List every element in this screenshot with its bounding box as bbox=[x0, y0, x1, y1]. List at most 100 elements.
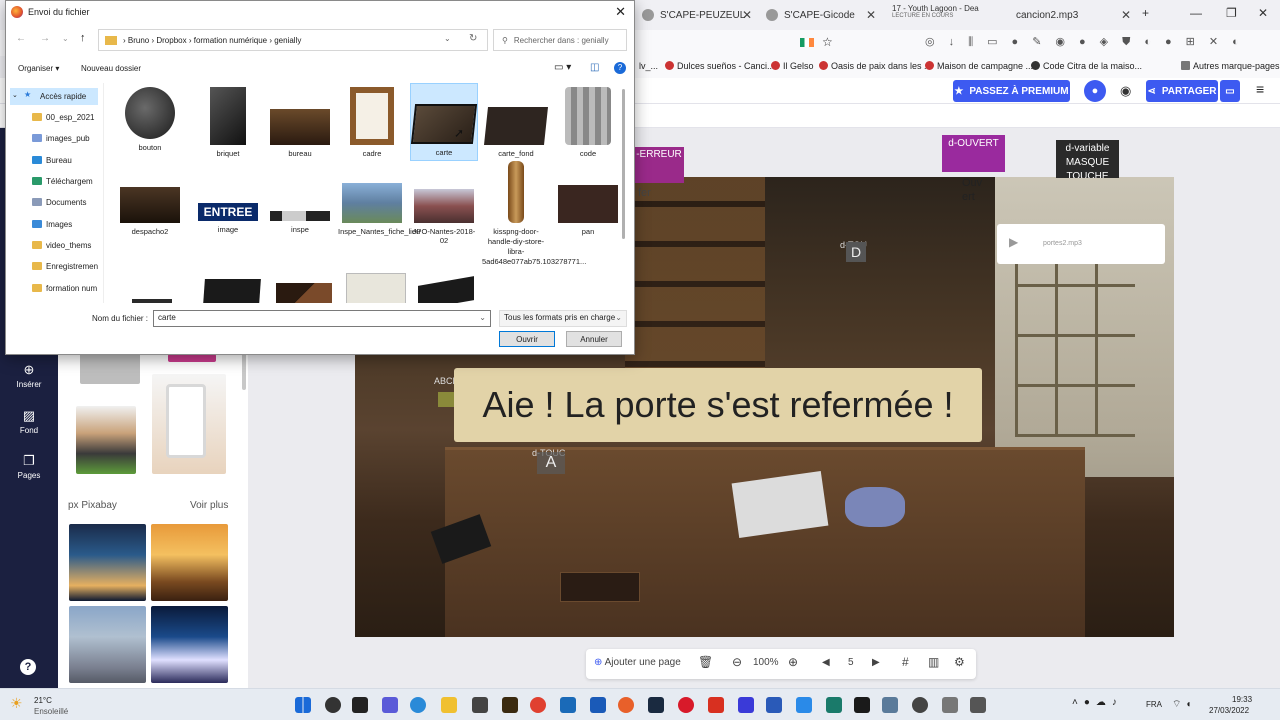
settings-icon[interactable] bbox=[912, 697, 928, 713]
start-icon[interactable] bbox=[295, 697, 311, 713]
sidebar-item-quick-access[interactable]: ⌄ ★ Accès rapide bbox=[10, 88, 98, 105]
tab-youth-lagoon[interactable]: 17 - Youth Lagoon - Dea LECTURE EN COURS bbox=[886, 4, 1006, 26]
close-icon[interactable]: ✕ bbox=[742, 8, 752, 22]
clock-date[interactable]: 27/03/2022 bbox=[1209, 706, 1249, 715]
grid-icon[interactable]: # bbox=[902, 655, 909, 669]
app-icon[interactable] bbox=[970, 697, 986, 713]
file-item-carte-fond[interactable]: carte_fond bbox=[482, 87, 550, 158]
chevron-down-icon[interactable]: ⌄ bbox=[479, 313, 486, 322]
chevron-down-icon[interactable]: ⌄ bbox=[444, 34, 451, 43]
task-view-icon[interactable] bbox=[352, 697, 368, 713]
tab-cancion2[interactable]: cancion2.mp3 ✕ bbox=[1010, 4, 1135, 26]
file-item-jpo-nantes[interactable]: JPO-Nantes-2018-02 bbox=[410, 165, 478, 245]
outlook-icon[interactable] bbox=[560, 697, 576, 713]
steam-icon[interactable] bbox=[648, 697, 664, 713]
toolbar-extension-icons[interactable]: ◎↓⫼▭●✎◉●◈⛊◐●⊞✕◐ bbox=[925, 35, 1253, 49]
bookmark-item[interactable]: Maison de campagne ... bbox=[925, 61, 1033, 71]
panel-scrollbar[interactable] bbox=[242, 350, 246, 390]
bookmark-item[interactable]: Il Gelso bbox=[771, 61, 814, 71]
sidebar-item[interactable]: Enregistrement bbox=[32, 262, 98, 271]
next-page-icon[interactable]: ▶ bbox=[872, 657, 880, 668]
bookmark-item[interactable]: Oasis de paix dans les ... bbox=[819, 61, 932, 71]
restore-icon[interactable]: ❐ bbox=[1226, 6, 1237, 20]
close-icon[interactable]: ✕ bbox=[866, 8, 876, 22]
chat-icon[interactable] bbox=[382, 697, 398, 713]
app-icon[interactable] bbox=[502, 697, 518, 713]
breadcrumb-item[interactable]: Dropbox bbox=[156, 36, 186, 45]
filename-field[interactable]: carte ⌄ bbox=[153, 310, 491, 327]
cancel-button[interactable]: Annuler bbox=[566, 331, 622, 347]
address-bar[interactable]: › Bruno › Dropbox › formation numérique … bbox=[98, 29, 488, 51]
chevron-down-icon[interactable]: ⌄ bbox=[12, 91, 18, 99]
file-item-pan[interactable]: pan bbox=[554, 165, 622, 236]
file-item-partial[interactable] bbox=[276, 283, 332, 303]
file-item-despacho2[interactable]: despacho2 bbox=[116, 165, 184, 236]
share-button[interactable]: ⋖ PARTAGER bbox=[1146, 80, 1218, 102]
word-icon[interactable] bbox=[766, 697, 782, 713]
app-icon[interactable] bbox=[826, 697, 842, 713]
user-avatar-icon[interactable]: ● bbox=[1084, 80, 1106, 102]
app-icon[interactable] bbox=[738, 697, 754, 713]
file-item-inspe[interactable]: inspe bbox=[266, 165, 334, 234]
tag-ouvert[interactable]: d-OUVERT bbox=[942, 135, 1005, 172]
file-item-bureau[interactable]: bureau bbox=[266, 87, 334, 158]
star-icon[interactable]: ☆ bbox=[822, 35, 833, 49]
other-bookmarks[interactable]: Autres marque-pages bbox=[1181, 61, 1280, 71]
close-icon[interactable]: ✕ bbox=[1121, 8, 1131, 22]
up-icon[interactable]: ↑ bbox=[80, 32, 86, 44]
sidebar-item-documents[interactable]: Documents bbox=[32, 198, 98, 207]
clock-time[interactable]: 19:33 bbox=[1232, 695, 1252, 704]
file-item-partial[interactable] bbox=[203, 279, 261, 303]
layout-icon[interactable]: ▥ bbox=[928, 655, 939, 669]
sidebar-item[interactable]: video_thems bbox=[32, 241, 98, 250]
preview-pane-icon[interactable]: ◫ bbox=[590, 62, 599, 73]
tab-scape-gicode[interactable]: S'CAPE-Gicode ✕ bbox=[760, 4, 880, 26]
chrome-icon[interactable] bbox=[530, 697, 546, 713]
app-icon[interactable] bbox=[942, 697, 958, 713]
file-type-select[interactable]: Tous les formats pris en charge ⌄ bbox=[499, 310, 627, 327]
file-item-briquet[interactable]: briquet bbox=[194, 87, 262, 158]
app-icon[interactable] bbox=[472, 697, 488, 713]
app-icon[interactable] bbox=[590, 697, 606, 713]
breadcrumb-item[interactable]: formation numérique bbox=[194, 36, 267, 45]
opera-icon[interactable] bbox=[678, 697, 694, 713]
pixabay-image[interactable] bbox=[69, 606, 146, 683]
back-icon[interactable]: ← bbox=[16, 33, 26, 44]
search-icon[interactable] bbox=[325, 697, 341, 713]
file-item-bouton[interactable]: bouton bbox=[116, 87, 184, 152]
premium-button[interactable]: ★ PASSEZ À PREMIUM bbox=[953, 80, 1070, 102]
preview-eye-icon[interactable]: ◉ bbox=[1120, 83, 1131, 99]
file-item-cadre[interactable]: cadre bbox=[338, 87, 406, 158]
settings-icon[interactable]: ⚙ bbox=[954, 655, 965, 669]
help-icon[interactable]: ? bbox=[20, 659, 36, 675]
nav-background[interactable]: ▨ Fond bbox=[0, 408, 58, 435]
recent-dropdown-icon[interactable]: ⌄ bbox=[62, 34, 69, 43]
image-thumbnail[interactable] bbox=[168, 354, 216, 362]
card-object[interactable] bbox=[560, 572, 640, 602]
letter-d-button[interactable]: D bbox=[846, 242, 866, 262]
firefox-icon[interactable] bbox=[618, 697, 634, 713]
audio-player[interactable]: ▶ portes2.mp3 bbox=[997, 224, 1165, 264]
breadcrumb-item[interactable]: Bruno bbox=[128, 36, 149, 45]
search-input[interactable]: ⚲ Rechercher dans : genially bbox=[493, 29, 627, 51]
nav-insert[interactable]: ⊕ Insérer bbox=[0, 362, 58, 389]
add-page-button[interactable]: ⊕ Ajouter une page bbox=[594, 657, 681, 668]
language-indicator[interactable]: FRA bbox=[1146, 700, 1162, 709]
app-icon[interactable] bbox=[882, 697, 898, 713]
new-tab-icon[interactable]: + bbox=[1142, 6, 1149, 20]
tag-erreur[interactable]: -ERREUR bbox=[634, 147, 684, 183]
zoom-out-icon[interactable]: ⊖ bbox=[732, 655, 742, 669]
sidebar-item[interactable]: formation num bbox=[32, 284, 98, 293]
edge-icon[interactable] bbox=[410, 697, 426, 713]
phone-hand-image[interactable] bbox=[152, 374, 226, 474]
view-options-icon[interactable]: ▭ ▾ bbox=[554, 62, 571, 73]
tag-variable[interactable]: d-variable MASQUE TOUCHE bbox=[1056, 140, 1119, 178]
sidebar-item-desktop[interactable]: Bureau bbox=[32, 156, 98, 165]
app-icon[interactable] bbox=[854, 697, 870, 713]
play-icon[interactable]: ▶ bbox=[1009, 235, 1018, 249]
pdf-icon[interactable] bbox=[708, 697, 724, 713]
file-item-door-handle[interactable]: kisspng-door-handle-diy-store-libra-5ad6… bbox=[482, 161, 586, 267]
file-item-code[interactable]: code bbox=[554, 87, 622, 158]
breadcrumb-item[interactable]: genially bbox=[274, 36, 301, 45]
system-tray-icons[interactable]: ˄●☁♪ bbox=[1072, 697, 1123, 708]
